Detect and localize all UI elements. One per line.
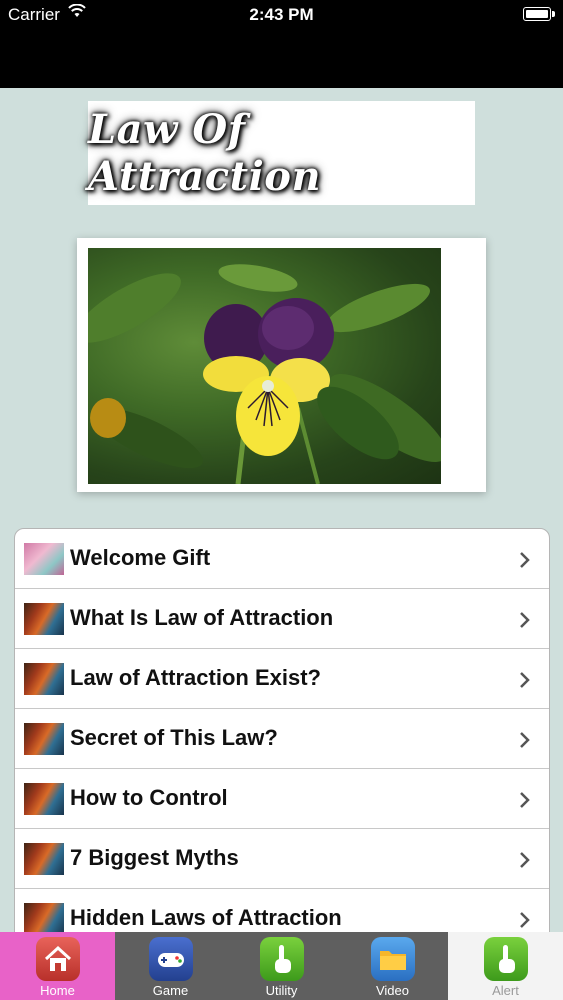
chevron-right-icon — [519, 851, 531, 874]
flower-photo — [88, 248, 441, 484]
tab-game[interactable]: Game — [115, 932, 226, 1000]
list-item-label: 7 Biggest Myths — [70, 845, 239, 870]
battery-icon — [523, 7, 555, 21]
list-item-myths[interactable]: 7 Biggest Myths — [15, 829, 549, 889]
clock: 2:43 PM — [249, 5, 314, 24]
tab-video[interactable]: Video — [337, 932, 448, 1000]
tab-label: Home — [40, 983, 75, 998]
menu-list: Welcome Gift What Is Law of Attraction L… — [14, 528, 550, 950]
logo-text: Law Of Attraction — [88, 106, 322, 200]
status-bar: Carrier 2:43 PM — [0, 0, 563, 88]
tab-utility[interactable]: Utility — [226, 932, 337, 1000]
autumn-thumbnail — [24, 723, 64, 755]
chevron-right-icon — [519, 551, 531, 574]
autumn-thumbnail — [24, 783, 64, 815]
tab-alert[interactable]: Alert — [448, 932, 563, 1000]
home-icon — [35, 937, 80, 981]
list-item-label: How to Control — [70, 785, 228, 810]
list-item-label: What Is Law of Attraction — [70, 605, 334, 630]
tab-bar: Home Game Utility Video Alert — [0, 932, 563, 1000]
autumn-thumbnail — [24, 903, 64, 935]
chevron-right-icon — [519, 611, 531, 634]
folder-icon — [370, 937, 415, 981]
chevron-right-icon — [519, 791, 531, 814]
autumn-thumbnail — [24, 603, 64, 635]
gamepad-icon — [148, 937, 193, 981]
chevron-right-icon — [519, 731, 531, 754]
list-item-welcome-gift[interactable]: Welcome Gift — [15, 529, 549, 589]
list-item-what-is-law[interactable]: What Is Law of Attraction — [15, 589, 549, 649]
autumn-thumbnail — [24, 663, 64, 695]
gift-thumbnail — [24, 543, 64, 575]
tab-label: Utility — [265, 983, 298, 998]
list-item-label: Law of Attraction Exist? — [70, 665, 321, 690]
hand-pointer-icon — [483, 937, 528, 981]
list-item-label: Hidden Laws of Attraction — [70, 905, 342, 930]
list-item-how-to-control[interactable]: How to Control — [15, 769, 549, 829]
list-item-law-exist[interactable]: Law of Attraction Exist? — [15, 649, 549, 709]
app-logo-banner: Law Of Attraction — [88, 101, 475, 205]
featured-photo-frame — [77, 238, 486, 492]
tab-label: Game — [152, 983, 189, 998]
chevron-right-icon — [519, 911, 531, 934]
list-item-secret[interactable]: Secret of This Law? — [15, 709, 549, 769]
hand-pointer-icon — [259, 937, 304, 981]
autumn-thumbnail — [24, 843, 64, 875]
chevron-right-icon — [519, 671, 531, 694]
tab-label: Alert — [492, 983, 519, 998]
tab-home[interactable]: Home — [0, 932, 115, 1000]
tab-label: Video — [375, 983, 409, 998]
list-item-label: Welcome Gift — [70, 545, 211, 570]
list-item-label: Secret of This Law? — [70, 725, 278, 750]
